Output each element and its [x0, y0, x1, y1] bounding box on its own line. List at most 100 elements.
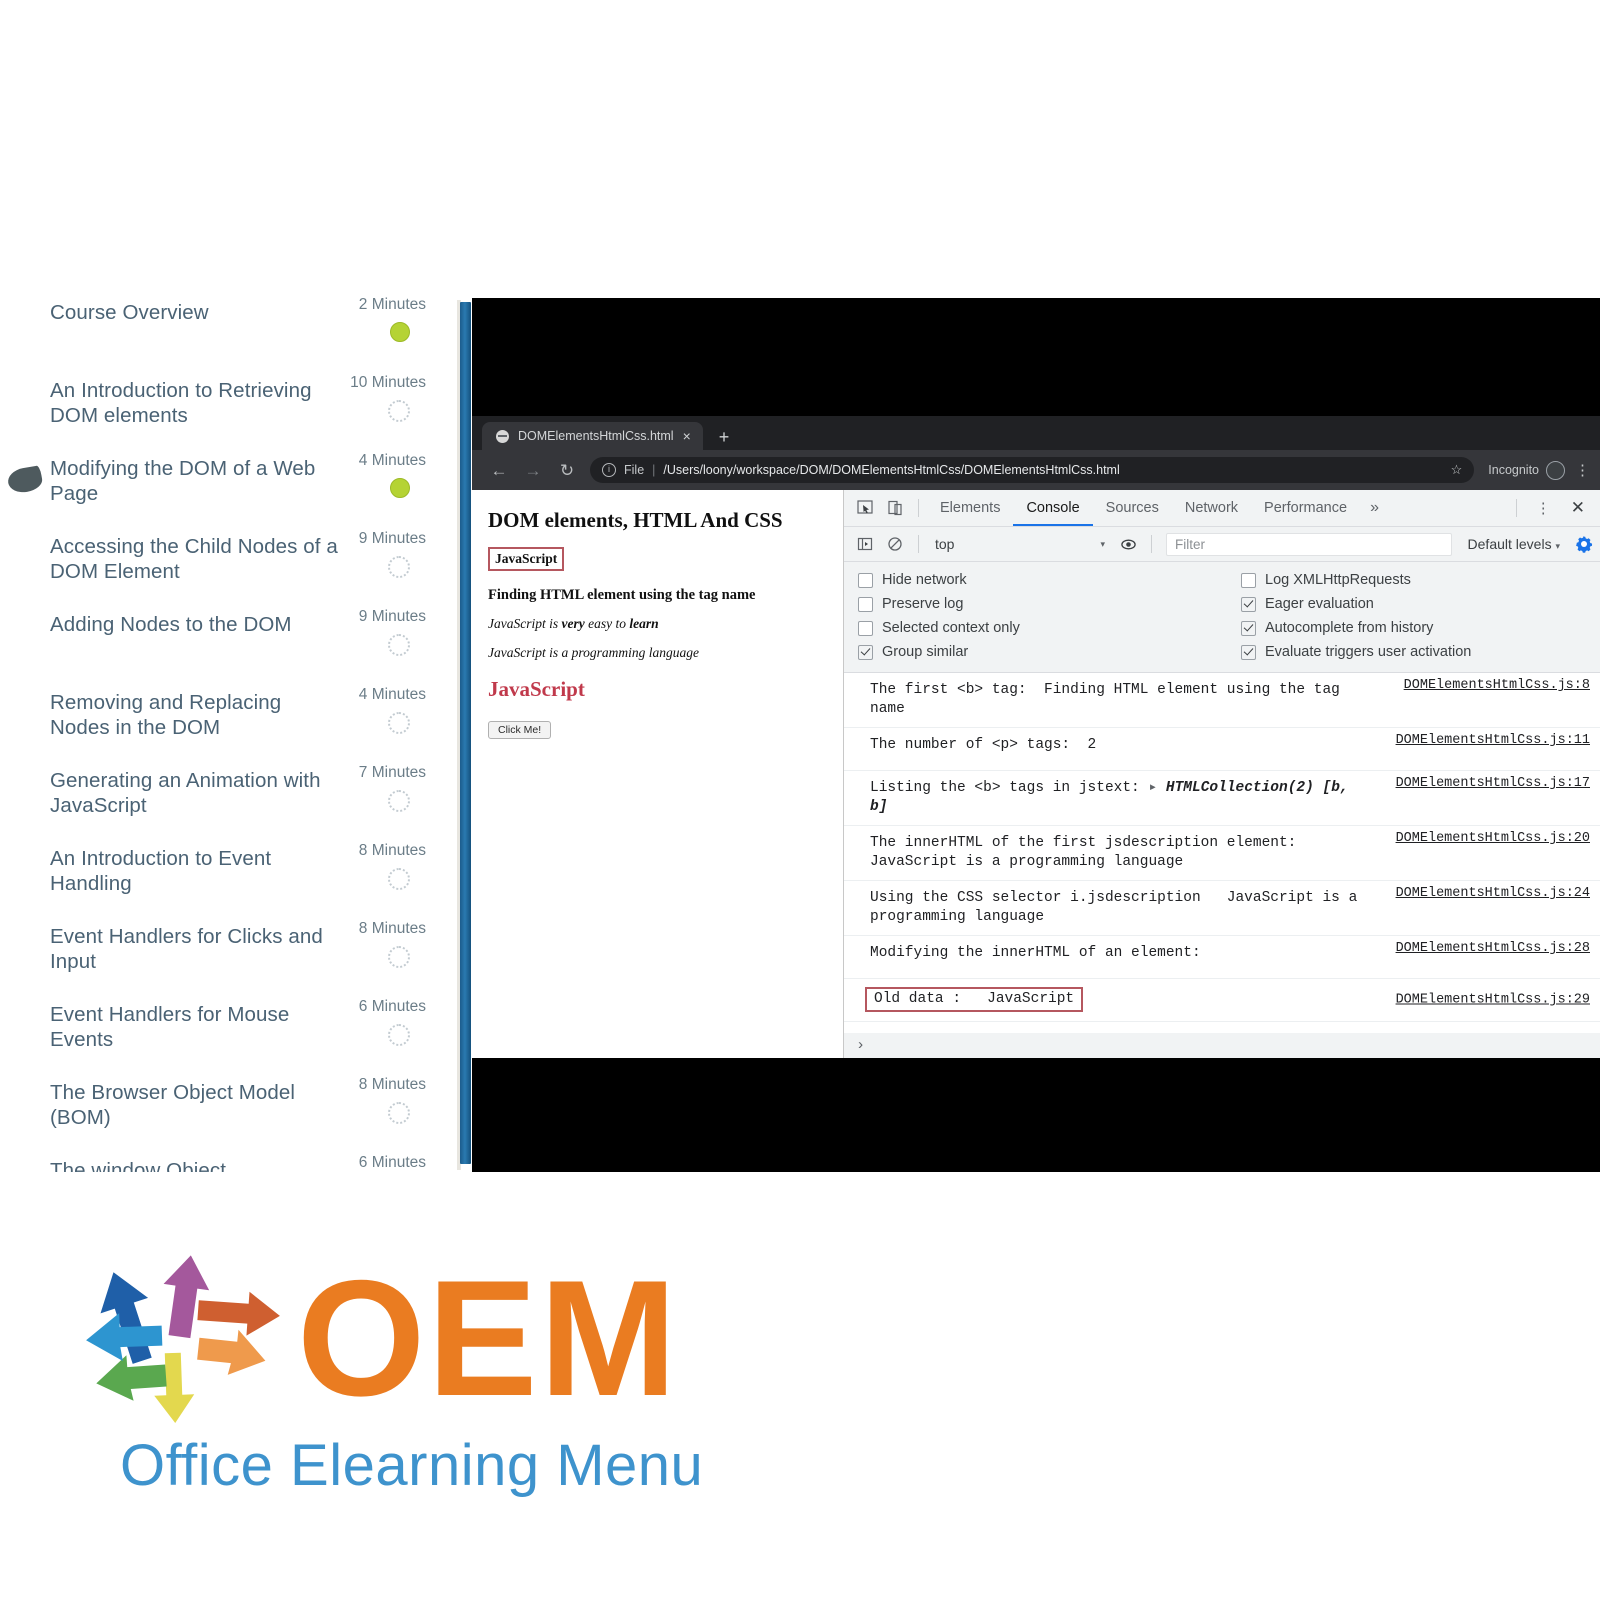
device-toolbar-icon[interactable]: [880, 495, 910, 521]
page-info-icon[interactable]: i: [602, 463, 616, 477]
console-prompt[interactable]: ›: [844, 1033, 1600, 1058]
tab-network[interactable]: Network: [1172, 491, 1251, 526]
tab-console[interactable]: Console: [1013, 491, 1092, 526]
lesson-duration: 9 Minutes: [358, 530, 426, 547]
close-icon[interactable]: ✕: [1562, 498, 1594, 518]
checkbox-icon[interactable]: [858, 596, 873, 612]
tab-sources[interactable]: Sources: [1093, 491, 1172, 526]
console-message-source-link[interactable]: DOMElementsHtmlCss.js:24: [1396, 886, 1590, 901]
clear-console-icon[interactable]: [880, 531, 910, 557]
lesson-title: An Introduction to Retrieving DOM elemen…: [50, 379, 312, 427]
expand-arrow-icon[interactable]: ▸: [1148, 780, 1157, 796]
inspect-element-icon[interactable]: [850, 495, 880, 521]
console-message-source-link[interactable]: DOMElementsHtmlCss.js:8: [1404, 678, 1590, 693]
highlight-box-javascript: JavaScript: [488, 547, 565, 571]
lesson-title: The Browser Object Model (BOM): [50, 1081, 296, 1129]
console-message-source-link[interactable]: DOMElementsHtmlCss.js:20: [1396, 831, 1590, 846]
lesson-item[interactable]: Generating an Animation with JavaScript 7…: [0, 764, 442, 842]
bookmark-star-icon[interactable]: ☆: [1451, 462, 1463, 478]
chevron-down-icon: ▾: [1555, 541, 1560, 551]
chrome-browser-window: DOMElementsHtmlCss.html × + ← → ↻ i File…: [472, 416, 1600, 1058]
tab-performance[interactable]: Performance: [1251, 491, 1360, 526]
checkbox-icon[interactable]: [1241, 644, 1256, 660]
lesson-item[interactable]: The Browser Object Model (BOM) 8 Minutes: [0, 1076, 442, 1154]
console-setting-row[interactable]: Evaluate triggers user activation: [1227, 640, 1600, 664]
back-icon[interactable]: ←: [482, 462, 516, 479]
highlight-box-old-data: Old data : JavaScript: [865, 987, 1084, 1012]
page-bold-line: Finding HTML element using the tag name: [488, 587, 756, 603]
browser-menu-icon[interactable]: ⋮: [1575, 463, 1590, 478]
lesson-item[interactable]: Removing and Replacing Nodes in the DOM 4…: [0, 686, 442, 764]
console-message-source-link[interactable]: DOMElementsHtmlCss.js:28: [1396, 941, 1590, 956]
more-tabs-icon[interactable]: »: [1360, 499, 1389, 517]
lesson-item[interactable]: Accessing the Child Nodes of a DOM Eleme…: [0, 530, 442, 608]
reload-icon[interactable]: ↻: [550, 462, 584, 479]
console-message-row[interactable]: The first <b> tag: Finding HTML element …: [844, 673, 1600, 728]
checkbox-icon[interactable]: [858, 620, 873, 636]
lesson-duration: 6 Minutes: [358, 998, 426, 1015]
lesson-item[interactable]: An Introduction to Retrieving DOM elemen…: [0, 374, 442, 452]
console-setting-row[interactable]: Selected context only: [844, 616, 1217, 640]
lesson-item[interactable]: Event Handlers for Clicks and Input 8 Min…: [0, 920, 442, 998]
checkbox-icon[interactable]: [858, 572, 873, 588]
console-message-row[interactable]: Modifying the innerHTML of an element: DO…: [844, 936, 1600, 979]
log-levels-select[interactable]: Default levels ▾: [1458, 536, 1570, 552]
address-bar[interactable]: i File | /Users/loony/workspace/DOM/DOME…: [590, 457, 1475, 483]
lesson-item[interactable]: The window Object 6 Minutes: [0, 1154, 442, 1172]
console-message-row[interactable]: Old data : JavaScript DOMElementsHtmlCss.…: [844, 979, 1600, 1022]
devtools-tabbar-right: ⋮ ✕: [1508, 498, 1600, 518]
checkbox-icon[interactable]: [1241, 620, 1256, 636]
live-expression-icon[interactable]: [1113, 531, 1143, 557]
lesson-title: Event Handlers for Clicks and Input: [50, 925, 323, 973]
console-filter-input[interactable]: Filter: [1166, 532, 1452, 556]
console-message-row[interactable]: Listing the <b> tags in jstext: ▸ HTMLCo…: [844, 771, 1600, 826]
lesson-item[interactable]: Course Overview 2 Minutes: [0, 296, 442, 374]
circular-arrows-icon: [70, 1245, 295, 1430]
console-setting-row[interactable]: Log XMLHttpRequests: [1227, 568, 1600, 592]
console-setting-row[interactable]: Group similar: [844, 640, 1217, 664]
console-message-row[interactable]: Using the CSS selector i.jsdescription J…: [844, 881, 1600, 936]
lesson-duration: 2 Minutes: [358, 296, 426, 313]
status-complete-icon: [390, 478, 410, 498]
devtools-menu-icon[interactable]: ⋮: [1527, 499, 1560, 517]
lesson-item[interactable]: An Introduction to Event Handling 8 Minut…: [0, 842, 442, 920]
console-message-source-link[interactable]: DOMElementsHtmlCss.js:17: [1396, 776, 1590, 791]
console-sidebar-icon[interactable]: [850, 531, 880, 557]
console-message-source-link[interactable]: DOMElementsHtmlCss.js:11: [1396, 733, 1590, 748]
lesson-item[interactable]: Adding Nodes to the DOM 9 Minutes: [0, 608, 442, 686]
lesson-title: Accessing the Child Nodes of a DOM Eleme…: [50, 535, 338, 583]
incognito-indicator[interactable]: Incognito: [1488, 460, 1565, 480]
tab-elements[interactable]: Elements: [927, 491, 1013, 526]
click-me-button[interactable]: Click Me!: [488, 721, 552, 739]
browser-tab[interactable]: DOMElementsHtmlCss.html ×: [482, 422, 703, 450]
lesson-item[interactable]: Event Handlers for Mouse Events 6 Minutes: [0, 998, 442, 1076]
lesson-meta: 10 Minutes: [340, 374, 426, 422]
checkbox-icon[interactable]: [1241, 572, 1256, 588]
checkbox-icon[interactable]: [858, 644, 873, 660]
console-setting-row[interactable]: Hide network: [844, 568, 1217, 592]
console-message-list[interactable]: The first <b> tag: Finding HTML element …: [844, 673, 1600, 1033]
console-setting-row[interactable]: Eager evaluation: [1227, 592, 1600, 616]
new-tab-button[interactable]: +: [719, 428, 730, 446]
italic-1-bold-very: very: [561, 616, 585, 631]
execution-context-select[interactable]: top ▾: [927, 536, 1113, 552]
lesson-meta: 9 Minutes: [340, 608, 426, 656]
gear-icon[interactable]: [1574, 534, 1594, 554]
console-setting-label: Eager evaluation: [1265, 596, 1374, 612]
forward-icon[interactable]: →: [516, 462, 550, 479]
course-lesson-list[interactable]: Course Overview 2 Minutes An Introduction …: [0, 296, 442, 1172]
page-red-heading: JavaScript: [488, 677, 585, 701]
devtools-tab-group[interactable]: Elements Console Sources Network Performance: [927, 491, 1360, 526]
console-message-row[interactable]: The innerHTML of the first jsdescription…: [844, 826, 1600, 881]
lesson-item[interactable]: Modifying the DOM of a Web Page 4 Minutes: [0, 452, 442, 530]
console-message-source-link[interactable]: DOMElementsHtmlCss.js:29: [1396, 993, 1590, 1008]
console-message-row[interactable]: The number of <p> tags: 2 DOMElementsHtml…: [844, 728, 1600, 771]
console-setting-row[interactable]: Autocomplete from history: [1227, 616, 1600, 640]
avatar[interactable]: [1546, 460, 1565, 480]
scrollbar-thumb[interactable]: [460, 302, 471, 1164]
close-icon[interactable]: ×: [683, 429, 691, 443]
console-filter-bar: top ▾ Filter Default levels ▾: [844, 527, 1600, 562]
console-setting-row[interactable]: Preserve log: [844, 592, 1217, 616]
checkbox-icon[interactable]: [1241, 596, 1256, 612]
italic-1-mid: easy to: [584, 616, 630, 631]
